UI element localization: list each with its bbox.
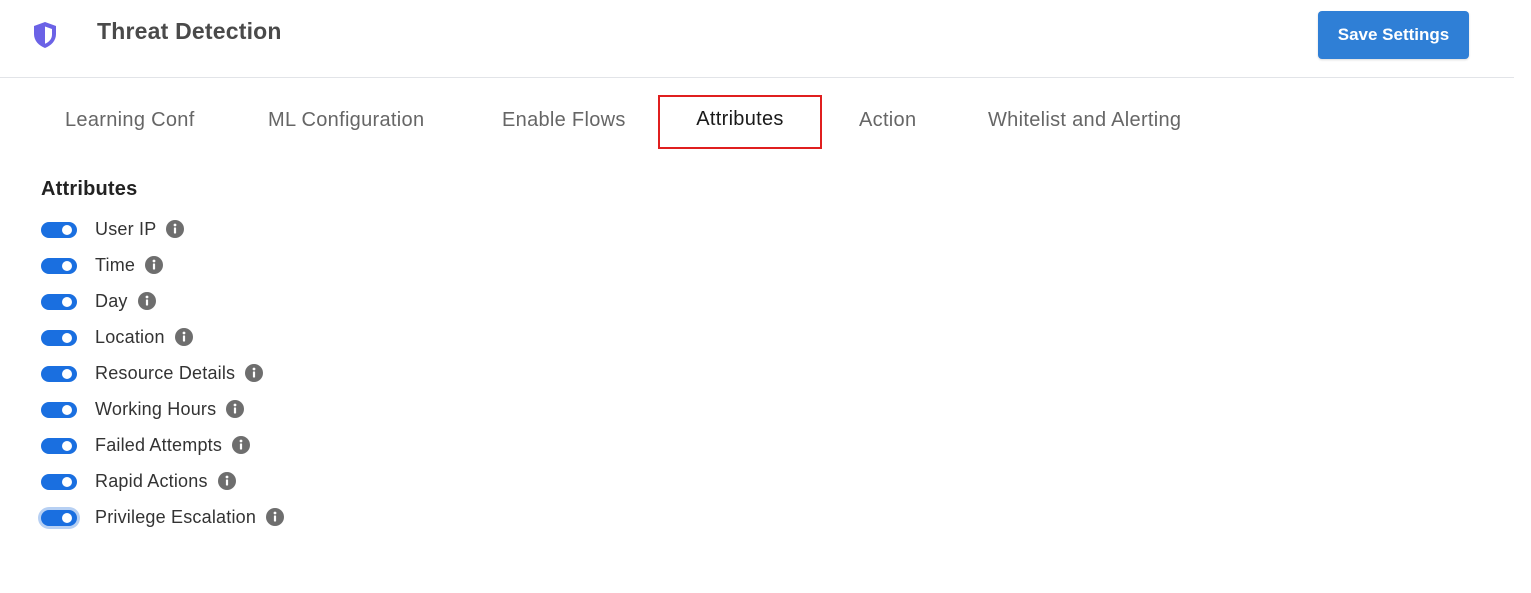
toggle-knob: [62, 297, 72, 307]
info-icon[interactable]: [166, 219, 185, 238]
attribute-label: Resource Details: [95, 363, 264, 384]
toggle-time[interactable]: [41, 258, 77, 274]
toggle-knob: [62, 261, 72, 271]
save-settings-button[interactable]: Save Settings: [1318, 11, 1469, 59]
page-title: Threat Detection: [97, 18, 282, 44]
attribute-label-text: Rapid Actions: [95, 471, 208, 491]
attribute-row-resource-details: Resource Details: [0, 356, 400, 392]
attribute-row-user-ip: User IP: [0, 212, 400, 248]
shield-icon: [34, 22, 56, 48]
toggle-knob: [62, 477, 72, 487]
tab-action[interactable]: Action: [859, 95, 916, 149]
attribute-row-time: Time: [0, 248, 400, 284]
attribute-label-text: Privilege Escalation: [95, 507, 257, 527]
toggle-knob: [62, 225, 72, 235]
toggle-failed-attempts[interactable]: [41, 438, 77, 454]
info-icon[interactable]: [266, 507, 285, 526]
toggle-day[interactable]: [41, 294, 77, 310]
info-icon[interactable]: [226, 399, 245, 418]
info-icon[interactable]: [145, 255, 164, 274]
attribute-label-text: Working Hours: [95, 399, 217, 419]
toggle-privilege-escalation[interactable]: [41, 510, 77, 526]
toggle-knob: [62, 405, 72, 415]
attribute-row-privilege-escalation: Privilege Escalation: [0, 500, 400, 536]
tab-learning-conf[interactable]: Learning Conf: [65, 95, 195, 149]
attribute-label: Time: [95, 255, 164, 276]
section-title: Attributes: [41, 178, 138, 200]
info-icon[interactable]: [245, 363, 264, 382]
attribute-label: Day: [95, 291, 156, 312]
tab-bar: Learning Conf ML Configuration Enable Fl…: [0, 95, 1531, 149]
attribute-label: Privilege Escalation: [95, 507, 285, 528]
attribute-row-working-hours: Working Hours: [0, 392, 400, 428]
attribute-label-text: Resource Details: [95, 363, 236, 383]
attribute-label: Location: [95, 327, 193, 348]
attribute-label-text: Day: [95, 291, 128, 311]
attribute-row-day: Day: [0, 284, 400, 320]
attribute-label: Failed Attempts: [95, 435, 251, 456]
toggle-knob: [62, 513, 72, 523]
info-icon[interactable]: [232, 435, 251, 454]
toggle-working-hours[interactable]: [41, 402, 77, 418]
toggle-user-ip[interactable]: [41, 222, 77, 238]
attribute-row-location: Location: [0, 320, 400, 356]
tab-whitelist-and-alerting[interactable]: Whitelist and Alerting: [988, 95, 1181, 149]
info-icon[interactable]: [137, 291, 156, 310]
attribute-label-text: User IP: [95, 219, 157, 239]
info-icon[interactable]: [174, 327, 193, 346]
attribute-label: User IP: [95, 219, 185, 240]
page-header: Threat Detection Save Settings: [0, 0, 1514, 78]
attribute-label-text: Time: [95, 255, 136, 275]
attribute-label-text: Location: [95, 327, 165, 347]
attribute-label-text: Failed Attempts: [95, 435, 223, 455]
tab-enable-flows[interactable]: Enable Flows: [502, 95, 626, 149]
toggle-knob: [62, 369, 72, 379]
attribute-label: Rapid Actions: [95, 471, 236, 492]
toggle-knob: [62, 441, 72, 451]
tab-attributes[interactable]: Attributes: [658, 95, 822, 149]
toggle-resource-details[interactable]: [41, 366, 77, 382]
attribute-row-failed-attempts: Failed Attempts: [0, 428, 400, 464]
info-icon[interactable]: [217, 471, 236, 490]
toggle-knob: [62, 333, 72, 343]
toggle-location[interactable]: [41, 330, 77, 346]
tab-ml-configuration[interactable]: ML Configuration: [268, 95, 424, 149]
attribute-row-rapid-actions: Rapid Actions: [0, 464, 400, 500]
toggle-rapid-actions[interactable]: [41, 474, 77, 490]
attribute-label: Working Hours: [95, 399, 245, 420]
